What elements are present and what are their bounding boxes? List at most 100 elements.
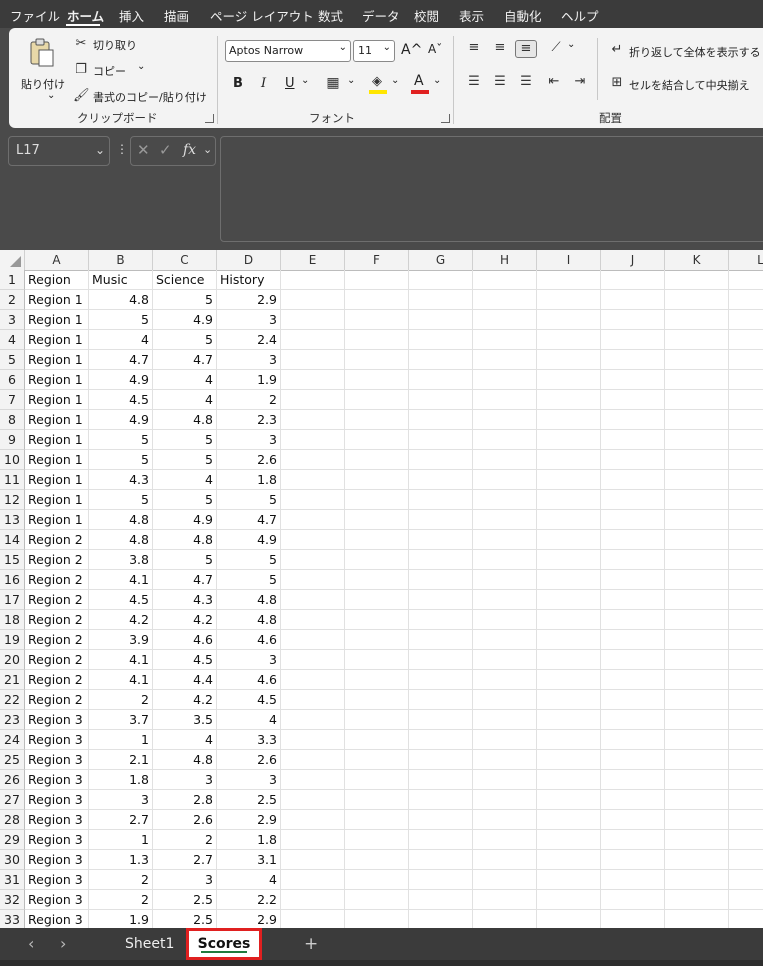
cell[interactable]: 5	[153, 330, 217, 350]
row-header[interactable]: 3	[0, 310, 25, 330]
add-sheet-button[interactable]: +	[304, 932, 318, 956]
row-header[interactable]: 2	[0, 290, 25, 310]
cell[interactable]: 3	[217, 310, 281, 330]
bold-button[interactable]: B	[233, 76, 243, 91]
name-box[interactable]: L17 ⌄	[8, 136, 110, 166]
font-color-dropdown-icon[interactable]: ⌄	[433, 75, 441, 86]
cell[interactable]	[281, 890, 345, 910]
align-middle-icon[interactable]: ≡	[491, 40, 509, 56]
cell[interactable]: 4.8	[217, 610, 281, 630]
cell[interactable]	[665, 630, 729, 650]
cell[interactable]: 4.5	[153, 650, 217, 670]
row-header[interactable]: 24	[0, 730, 25, 750]
row-header[interactable]: 18	[0, 610, 25, 630]
cell[interactable]: Region 3	[25, 710, 89, 730]
cell[interactable]: 5	[153, 290, 217, 310]
paste-button[interactable]: 貼り付け ⌄	[17, 34, 67, 104]
cell[interactable]	[665, 650, 729, 670]
row-header[interactable]: 13	[0, 510, 25, 530]
cell[interactable]	[281, 910, 345, 928]
cell[interactable]	[345, 630, 409, 650]
cell[interactable]: Music	[89, 270, 153, 290]
cell[interactable]	[665, 850, 729, 870]
cell[interactable]	[345, 770, 409, 790]
cell[interactable]	[345, 390, 409, 410]
cell[interactable]	[665, 710, 729, 730]
cell[interactable]	[473, 590, 537, 610]
row-header[interactable]: 11	[0, 470, 25, 490]
font-name-select[interactable]: Aptos Narrow ⌄	[225, 40, 351, 62]
cell[interactable]: 5	[217, 490, 281, 510]
column-header-b[interactable]: B	[89, 250, 153, 270]
cell[interactable]	[601, 850, 665, 870]
cell[interactable]	[729, 350, 763, 370]
cell[interactable]	[601, 370, 665, 390]
cell[interactable]	[665, 670, 729, 690]
cell[interactable]	[345, 870, 409, 890]
cell[interactable]: 2	[89, 890, 153, 910]
cell[interactable]	[729, 770, 763, 790]
cell[interactable]: Region 3	[25, 750, 89, 770]
cell[interactable]: 3	[153, 870, 217, 890]
cell[interactable]: 2.2	[217, 890, 281, 910]
cell[interactable]	[601, 690, 665, 710]
cell[interactable]: Region 1	[25, 330, 89, 350]
cell[interactable]	[473, 830, 537, 850]
cell[interactable]: 3.5	[153, 710, 217, 730]
cell[interactable]	[281, 710, 345, 730]
cell[interactable]	[473, 870, 537, 890]
column-header-d[interactable]: D	[217, 250, 281, 270]
cell[interactable]	[281, 590, 345, 610]
cell[interactable]	[601, 730, 665, 750]
font-launcher-icon[interactable]	[441, 114, 450, 123]
cell[interactable]	[537, 750, 601, 770]
cell[interactable]	[537, 330, 601, 350]
cell[interactable]	[665, 390, 729, 410]
cell[interactable]	[729, 830, 763, 850]
fill-color-button[interactable]: ◈	[369, 74, 387, 94]
cell[interactable]: 5	[89, 490, 153, 510]
menu-automate[interactable]: 自動化	[504, 6, 542, 25]
cell[interactable]	[345, 450, 409, 470]
cell[interactable]	[537, 490, 601, 510]
cell[interactable]	[409, 870, 473, 890]
cell[interactable]	[409, 810, 473, 830]
cell[interactable]: 4.8	[89, 290, 153, 310]
column-header-i[interactable]: I	[537, 250, 601, 270]
scroll-left-icon[interactable]: ‹	[28, 934, 34, 953]
column-header-g[interactable]: G	[409, 250, 473, 270]
cell[interactable]: 4.5	[217, 690, 281, 710]
row-header[interactable]: 31	[0, 870, 25, 890]
cell[interactable]	[409, 350, 473, 370]
cell[interactable]: 4	[89, 330, 153, 350]
cell[interactable]	[409, 470, 473, 490]
cell[interactable]	[537, 370, 601, 390]
cell[interactable]: Region 2	[25, 630, 89, 650]
cell[interactable]	[729, 650, 763, 670]
cell[interactable]	[345, 570, 409, 590]
cell[interactable]	[345, 550, 409, 570]
cell[interactable]: 3	[217, 350, 281, 370]
cell[interactable]: 4.2	[153, 690, 217, 710]
menu-help[interactable]: ヘルプ	[561, 6, 599, 25]
cell[interactable]	[281, 430, 345, 450]
align-left-icon[interactable]: ☰	[465, 74, 483, 90]
cell[interactable]	[345, 830, 409, 850]
cell[interactable]	[665, 490, 729, 510]
cell[interactable]	[345, 350, 409, 370]
cell[interactable]: Region 3	[25, 850, 89, 870]
cell[interactable]	[345, 370, 409, 390]
cell[interactable]: 4.9	[217, 530, 281, 550]
cancel-icon[interactable]: ✕	[137, 141, 150, 159]
shrink-font-button[interactable]: Aˇ	[428, 42, 442, 56]
cell[interactable]	[601, 270, 665, 290]
cell[interactable]	[601, 450, 665, 470]
scroll-right-icon[interactable]: ›	[60, 934, 66, 953]
cell[interactable]	[345, 890, 409, 910]
cell[interactable]	[665, 370, 729, 390]
cell[interactable]	[409, 610, 473, 630]
cell[interactable]	[281, 750, 345, 770]
cell[interactable]: 4.4	[153, 670, 217, 690]
cell[interactable]: 4.7	[89, 350, 153, 370]
cell[interactable]	[281, 630, 345, 650]
